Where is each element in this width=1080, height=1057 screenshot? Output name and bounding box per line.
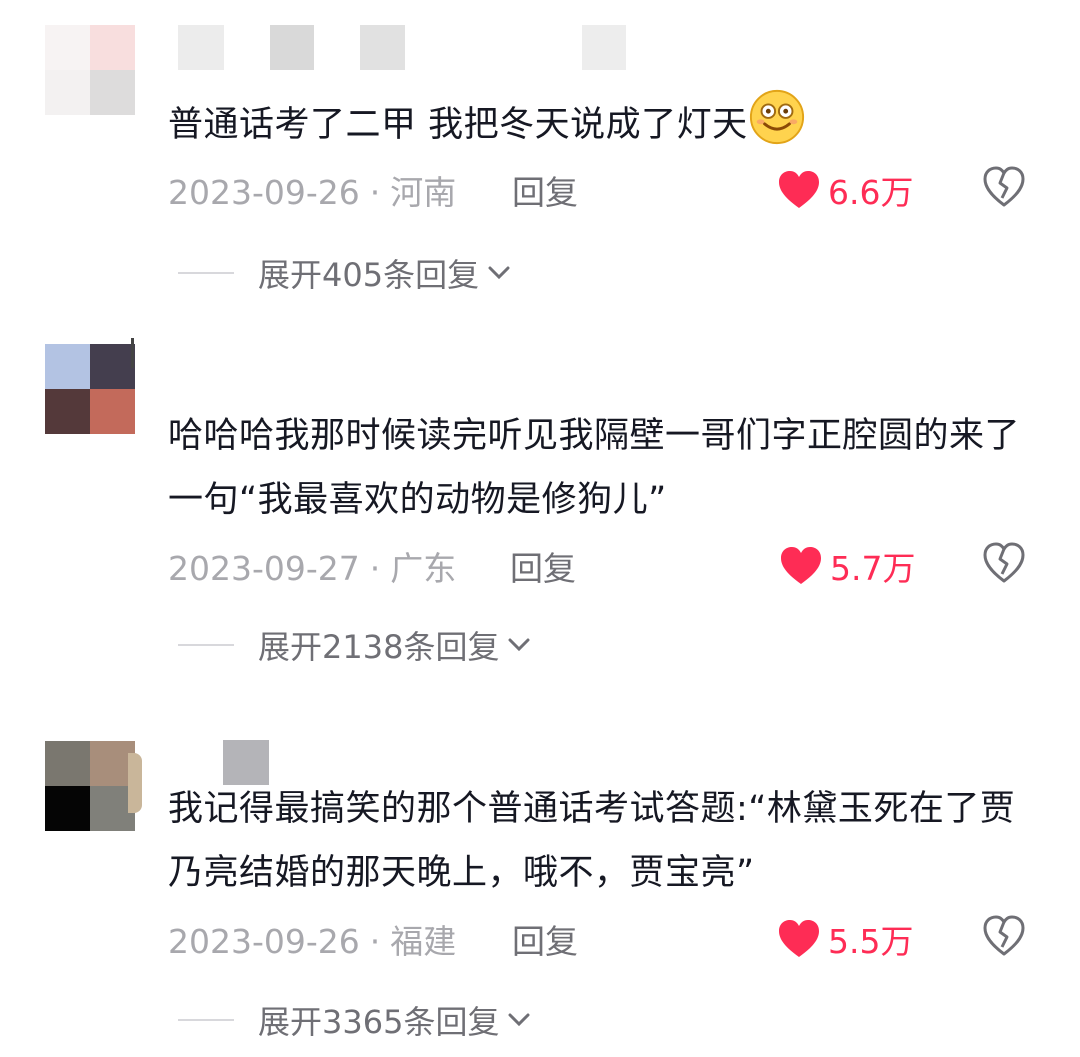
expand-replies-button[interactable]: 展开2138条回复 — [178, 622, 531, 668]
comment-text: 普通话考了二甲 我把冬天说成了灯天 — [168, 88, 1048, 157]
reply-button[interactable]: 回复 — [510, 542, 576, 590]
divider-line — [178, 272, 234, 274]
avatar[interactable] — [45, 25, 135, 115]
comment-item: 普通话考了二甲 我把冬天说成了灯天 2023-09-26 · 河南 回复 6.6万 … — [0, 0, 1080, 320]
avatar[interactable] — [45, 344, 135, 434]
comment-location: 福建 — [390, 922, 457, 961]
comment-meta: 2023-09-27 · 广东 — [168, 542, 456, 590]
like-count: 6.6万 — [828, 173, 914, 212]
like-count: 5.7万 — [830, 549, 916, 588]
comment-meta: 2023-09-26 · 河南 — [168, 166, 456, 214]
avatar[interactable] — [45, 741, 135, 831]
heart-icon — [779, 920, 819, 957]
meta-separator: · — [369, 549, 381, 588]
expand-replies-button[interactable]: 展开3365条回复 — [178, 997, 531, 1043]
smiling-face-emoji — [749, 89, 804, 145]
reply-button[interactable]: 回复 — [512, 166, 578, 214]
meta-separator: · — [369, 173, 381, 212]
like-button[interactable]: 5.5万 — [778, 915, 913, 963]
like-button[interactable]: 6.6万 — [778, 166, 913, 214]
comment-item: 我记得最搞笑的那个普通话考试答题:“林黛玉死在了贾乃亮结婚的那天晚上，哦不，贾宝… — [0, 735, 1080, 1057]
comment-text: 哈哈哈我那时候读完听见我隔壁一哥们字正腔圆的来了一句“我最喜欢的动物是修狗儿” — [168, 416, 1021, 520]
expand-replies-label: 展开2138条回复 — [258, 628, 500, 666]
comment-text: 我记得最搞笑的那个普通话考试答题:“林黛玉死在了贾乃亮结婚的那天晚上，哦不，贾宝… — [168, 789, 1016, 893]
like-button[interactable]: 5.7万 — [780, 542, 915, 590]
username-censored[interactable] — [178, 25, 405, 70]
reply-button[interactable]: 回复 — [512, 915, 578, 963]
comment-location: 河南 — [390, 173, 457, 212]
comment-item: 哈哈哈我那时候读完听见我隔壁一哥们字正腔圆的来了一句“我最喜欢的动物是修狗儿” … — [0, 330, 1080, 690]
divider-line — [178, 644, 234, 646]
like-count: 5.5万 — [828, 922, 914, 961]
broken-heart-icon[interactable] — [983, 166, 1025, 208]
avatar-edge — [131, 338, 134, 368]
expand-replies-label: 展开405条回复 — [258, 256, 480, 294]
divider-line — [178, 1019, 234, 1021]
comment-meta: 2023-09-26 · 福建 — [168, 915, 456, 963]
chevron-down-icon — [508, 1013, 530, 1027]
comment-location: 广东 — [390, 549, 457, 588]
broken-heart-icon[interactable] — [983, 915, 1025, 957]
avatar-edge — [128, 753, 142, 813]
chevron-down-icon — [488, 266, 510, 280]
expand-replies-button[interactable]: 展开405条回复 — [178, 250, 511, 296]
heart-icon — [781, 547, 821, 584]
comment-date: 2023-09-26 — [168, 173, 360, 212]
meta-separator: · — [369, 922, 381, 961]
broken-heart-icon[interactable] — [983, 542, 1025, 584]
chevron-down-icon — [508, 638, 530, 652]
heart-icon — [779, 171, 819, 208]
expand-replies-label: 展开3365条回复 — [258, 1003, 500, 1041]
comment-date: 2023-09-27 — [168, 549, 360, 588]
comment-date: 2023-09-26 — [168, 922, 360, 961]
username-censored-tail — [582, 25, 626, 70]
